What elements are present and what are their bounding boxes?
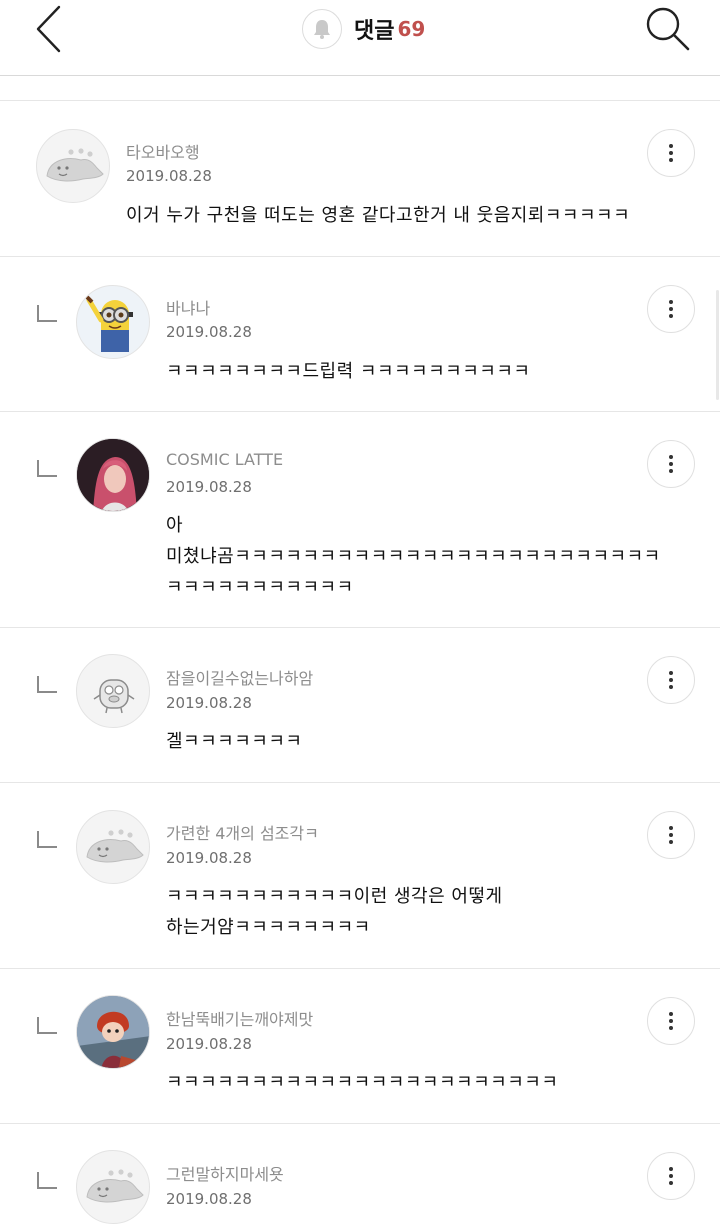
back-button[interactable]: [30, 4, 70, 54]
reply-item: 가련한 4개의 섬조각ㅋ 2019.08.28 ㅋㅋㅋㅋㅋㅋㅋㅋㅋㅋㅋ이런 생각…: [0, 783, 720, 969]
comment-date: 2019.08.28: [166, 323, 252, 341]
more-dot: [669, 1174, 673, 1178]
reply-indicator-icon: [37, 1017, 57, 1034]
reply-indicator-icon: [37, 305, 57, 322]
scrollbar-thumb[interactable]: [716, 290, 719, 400]
more-dot: [669, 144, 673, 148]
more-options-button[interactable]: [647, 440, 695, 488]
comment-date: 2019.08.28: [166, 694, 252, 712]
dinosaur-icon: [86, 1169, 144, 1203]
search-button[interactable]: [641, 4, 693, 54]
page-title: 댓글: [354, 19, 395, 44]
more-options-button[interactable]: [647, 656, 695, 704]
reply-indicator-icon: [37, 831, 57, 848]
reply-item: COSMIC LATTE 2019.08.28 아 미쳤냐곰ㅋㅋㅋㅋㅋㅋㅋㅋㅋㅋ…: [0, 412, 720, 628]
more-options-button[interactable]: [647, 811, 695, 859]
more-dot: [669, 462, 673, 466]
comment-nickname[interactable]: 바냐나: [166, 295, 210, 319]
more-dot: [669, 671, 673, 675]
anime-avatar[interactable]: [76, 995, 150, 1069]
more-dot: [669, 1019, 673, 1023]
comment-text: 이거 누가 구천을 떠도는 영혼 같다고한거 내 웃음지뢰ㅋㅋㅋㅋㅋ: [126, 205, 631, 226]
more-dot: [669, 314, 673, 318]
comment-nickname[interactable]: 타오바오행: [126, 139, 200, 163]
more-dot: [669, 826, 673, 830]
header-title-group: 댓글 69: [302, 9, 425, 49]
more-options-button[interactable]: [647, 997, 695, 1045]
dinosaur-icon: [46, 148, 104, 182]
more-dot: [669, 469, 673, 473]
more-options-button[interactable]: [647, 129, 695, 177]
comment-count: 69: [397, 17, 426, 41]
anime-character-icon: [77, 996, 149, 1068]
more-dot: [669, 1012, 673, 1016]
creature-avatar[interactable]: [76, 654, 150, 728]
more-dot: [669, 300, 673, 304]
more-dot: [669, 840, 673, 844]
more-dot: [669, 678, 673, 682]
chevron-left-icon: [36, 5, 61, 53]
more-dot: [669, 685, 673, 689]
search-icon: [646, 7, 690, 51]
comment-date: 2019.08.28: [166, 478, 252, 496]
minion-avatar[interactable]: [76, 285, 150, 359]
minion-icon: [84, 294, 133, 352]
comment-text: 겔ㅋㅋㅋㅋㅋㅋㅋ: [166, 731, 303, 752]
more-dot: [669, 307, 673, 311]
reply-item: 한남뚝배기는깨야제맛 2019.08.28 ㅋㅋㅋㅋㅋㅋㅋㅋㅋㅋㅋㅋㅋㅋㅋㅋㅋㅋ…: [0, 969, 720, 1124]
more-dot: [669, 833, 673, 837]
more-dot: [669, 455, 673, 459]
reply-indicator-icon: [37, 676, 57, 693]
more-options-button[interactable]: [647, 285, 695, 333]
comment-date: 2019.08.28: [166, 1035, 252, 1053]
comment-date: 2019.08.28: [166, 1190, 252, 1208]
comment-nickname[interactable]: 잠을이길수없는나하암: [166, 665, 313, 689]
comment-nickname[interactable]: 그런말하지마세욧: [166, 1161, 284, 1185]
more-dot: [669, 1026, 673, 1030]
comment-nickname[interactable]: 한남뚝배기는깨야제맛: [166, 1006, 313, 1030]
bell-icon: [314, 20, 330, 39]
comment-text: 아 미쳤냐곰ㅋㅋㅋㅋㅋㅋㅋㅋㅋㅋㅋㅋㅋㅋㅋㅋㅋㅋㅋㅋㅋㅋㅋㅋㅋ ㅋㅋㅋㅋㅋㅋㅋㅋ…: [166, 515, 661, 598]
more-options-button[interactable]: [647, 1152, 695, 1200]
more-dot: [669, 158, 673, 162]
comment-nickname[interactable]: COSMIC LATTE: [166, 450, 283, 469]
comment-nickname[interactable]: 가련한 4개의 섬조각ㅋ: [166, 820, 319, 844]
reply-item: 바냐나 2019.08.28 ㅋㅋㅋㅋㅋㅋㅋㅋ드립력 ㅋㅋㅋㅋㅋㅋㅋㅋㅋㅋ: [0, 257, 720, 412]
dinosaur-icon: [86, 829, 144, 863]
more-dot: [669, 1167, 673, 1171]
creature-icon: [93, 679, 135, 714]
comment-text: ㅋㅋㅋㅋㅋㅋㅋㅋㅋㅋㅋㅋㅋㅋㅋㅋㅋㅋㅋㅋㅋㅋㅋ: [166, 1072, 559, 1093]
reply-indicator-icon: [37, 1172, 57, 1189]
more-dot: [669, 151, 673, 155]
reply-indicator-icon: [37, 460, 57, 477]
comment-item: 타오바오행 2019.08.28 이거 누가 구천을 떠도는 영혼 같다고한거 …: [0, 101, 720, 257]
photo-avatar[interactable]: [76, 438, 150, 512]
dinosaur-avatar[interactable]: [76, 1150, 150, 1224]
more-dot: [669, 1181, 673, 1185]
reply-item: 그런말하지마세욧 2019.08.28: [0, 1124, 720, 1224]
comment-date: 2019.08.28: [126, 167, 212, 185]
comment-text: ㅋㅋㅋㅋㅋㅋㅋㅋㅋㅋㅋ이런 생각은 어떻게 하는거얌ㅋㅋㅋㅋㅋㅋㅋㅋ: [166, 886, 503, 938]
comment-text: ㅋㅋㅋㅋㅋㅋㅋㅋ드립력 ㅋㅋㅋㅋㅋㅋㅋㅋㅋㅋ: [166, 361, 531, 382]
comment-date: 2019.08.28: [166, 849, 252, 867]
top-bar: 댓글 69: [0, 0, 720, 76]
portrait-photo-icon: [77, 439, 149, 511]
reply-item: 잠을이길수없는나하암 2019.08.28 겔ㅋㅋㅋㅋㅋㅋㅋ: [0, 628, 720, 783]
dinosaur-avatar[interactable]: [36, 129, 110, 203]
dinosaur-avatar[interactable]: [76, 810, 150, 884]
notification-bell-button[interactable]: [302, 9, 342, 49]
